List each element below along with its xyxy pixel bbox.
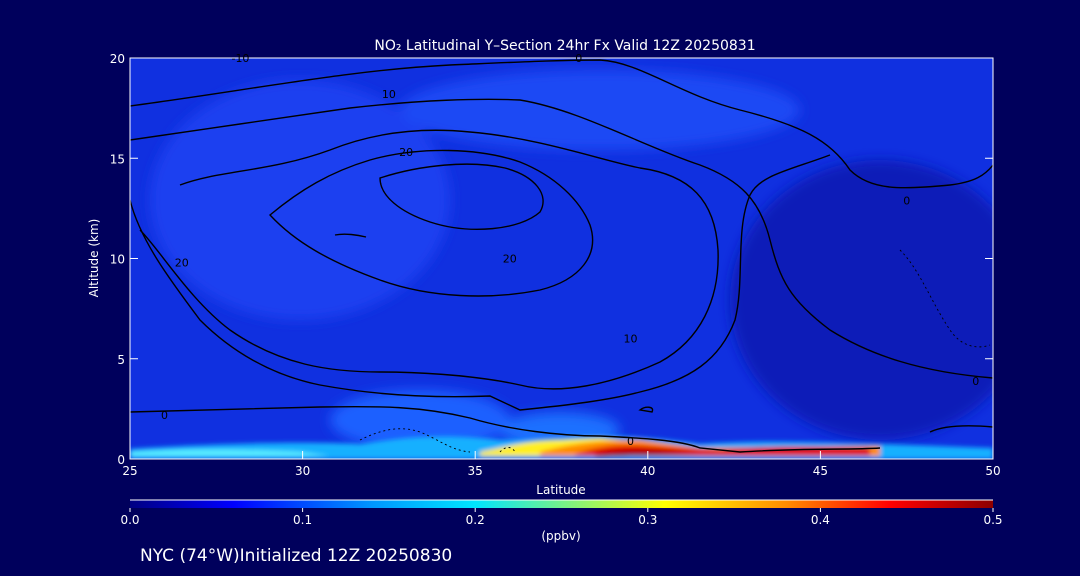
no2-cross-section-chart: NO₂ Latitudinal Y–Section 24hr Fx Valid … xyxy=(87,38,1003,566)
contour-label: 20 xyxy=(399,146,413,159)
contour-label: 0 xyxy=(972,375,979,388)
colorbar-tick-label: 0.4 xyxy=(811,513,830,527)
contour-label: -10 xyxy=(231,52,249,65)
y-tick-label: 0 xyxy=(117,453,125,467)
x-tick-label: 40 xyxy=(640,464,655,478)
colorbar-tick-label: 0.0 xyxy=(120,513,139,527)
contour-label: 0 xyxy=(903,194,910,207)
contour-label: 20 xyxy=(175,257,189,270)
y-tick-label: 20 xyxy=(110,52,125,66)
contour-label: 0 xyxy=(161,409,168,422)
x-tick-label: 30 xyxy=(295,464,310,478)
colorbar-tick-label: 0.3 xyxy=(638,513,657,527)
x-axis-label: Latitude xyxy=(536,483,585,497)
colorbar xyxy=(130,500,993,508)
contour-label: 10 xyxy=(624,333,638,346)
x-tick-label: 35 xyxy=(468,464,483,478)
contour-label: 10 xyxy=(382,88,396,101)
contour-label: 0 xyxy=(575,52,582,65)
contour-label: 20 xyxy=(503,253,517,266)
no2-field xyxy=(130,58,993,459)
x-tick-label: 45 xyxy=(813,464,828,478)
x-tick-label: 50 xyxy=(985,464,1000,478)
colorbar-tick-label: 0.5 xyxy=(983,513,1002,527)
chart-stage: NO₂ Latitudinal Y–Section 24hr Fx Valid … xyxy=(0,0,1080,576)
colorbar-tick-label: 0.2 xyxy=(466,513,485,527)
footer-text: NYC (74°W)Initialized 12Z 20250830 xyxy=(140,546,452,566)
y-tick-label: 10 xyxy=(110,253,125,267)
contour-label: 0 xyxy=(627,435,634,448)
chart-title: NO₂ Latitudinal Y–Section 24hr Fx Valid … xyxy=(374,38,755,54)
y-axis-label: Altitude (km) xyxy=(87,219,101,298)
y-tick-label: 15 xyxy=(110,152,125,166)
y-tick-label: 5 xyxy=(117,353,125,367)
colorbar-tick-label: 0.1 xyxy=(293,513,312,527)
colorbar-ticks: 0.0 0.1 0.2 0.3 0.4 0.5 xyxy=(120,508,1003,527)
colorbar-label: (ppbv) xyxy=(541,529,580,543)
